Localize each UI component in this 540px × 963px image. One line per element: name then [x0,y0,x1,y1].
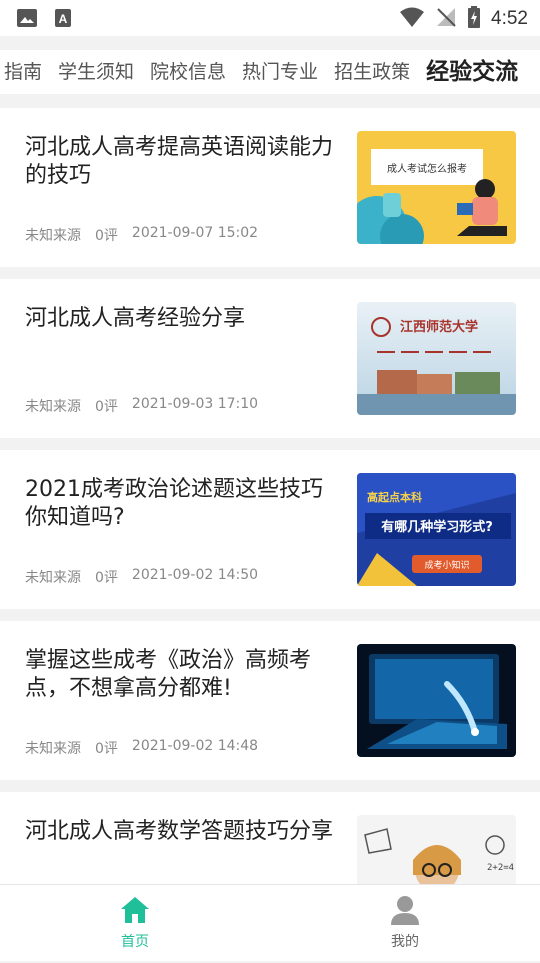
article-date: 2021-09-02 14:50 [131,567,259,583]
user-icon [389,896,421,929]
status-bar: A 4:52 [0,0,540,36]
article-comments: 0评 [95,399,118,415]
article-card[interactable]: 河北成人高考提高英语阅读能力的技巧 未知来源 0评 2021-09-07 15:… [0,108,540,267]
thumb-caption: 成考小知识 [424,559,469,571]
article-card[interactable]: 掌握这些成考《政治》高频考点，不想拿高分都难! 未知来源 0评 2021-09-… [0,621,540,780]
article-thumbnail: 江西师范大学 [357,302,516,415]
article-source: 未知来源 [25,741,81,757]
article-source: 未知来源 [25,399,81,415]
svg-text:A: A [59,12,68,26]
nav-mine-label: 我的 [391,934,419,950]
thumb-caption: 有哪几种学习形式? [381,519,493,535]
article-comments: 0评 [95,228,118,244]
tab-admission-policy[interactable]: 招生政策 [326,50,418,94]
article-title: 河北成人高考提高英语阅读能力的技巧 [25,135,334,188]
article-title: 掌握这些成考《政治》高频考点，不想拿高分都难! [25,648,312,701]
article-title: 河北成人高考经验分享 [25,306,246,331]
nav-home-label: 首页 [121,934,149,950]
article-card[interactable]: 河北成人高考经验分享 未知来源 0评 2021-09-03 17:10 江西师范… [0,279,540,438]
article-thumbnail: 成人考试怎么报考 [357,131,516,244]
category-tabs: 指南 学生须知 院校信息 热门专业 招生政策 经验交流 [0,50,540,94]
article-source: 未知来源 [25,228,81,244]
tab-guide[interactable]: 指南 [0,50,50,94]
article-title: 2021成考政治论述题这些技巧你知道吗? [25,477,323,530]
svg-text:2+2=4: 2+2=4 [487,863,514,873]
clock: 4:52 [491,8,528,29]
article-meta: 未知来源 0评 2021-09-07 15:02 [25,225,258,245]
nav-mine[interactable]: 我的 [365,895,445,951]
article-date: 2021-09-03 17:10 [131,396,259,412]
no-signal-icon [435,6,457,32]
article-meta: 未知来源 0评 2021-09-02 14:50 [25,567,258,587]
article-comments: 0评 [95,741,118,757]
bottom-navigation: 首页 我的 [0,884,540,961]
nav-home[interactable]: 首页 [95,895,175,951]
article-date: 2021-09-02 14:48 [131,738,259,754]
home-icon [119,897,151,929]
thumb-caption: 成人考试怎么报考 [387,162,467,175]
tab-school-info[interactable]: 院校信息 [142,50,234,94]
tab-student-notice[interactable]: 学生须知 [50,50,142,94]
image-notification-icon [16,8,38,32]
thumb-caption: 江西师范大学 [400,319,478,335]
article-comments: 0评 [95,570,118,586]
tab-experience[interactable]: 经验交流 [418,50,526,94]
font-notification-icon: A [54,8,72,32]
article-meta: 未知来源 0评 2021-09-03 17:10 [25,396,258,416]
article-thumbnail [357,644,516,757]
battery-charging-icon [467,6,481,32]
tab-hot-majors[interactable]: 热门专业 [234,50,326,94]
article-card[interactable]: 2021成考政治论述题这些技巧你知道吗? 未知来源 0评 2021-09-02 … [0,450,540,609]
article-meta: 未知来源 0评 2021-09-02 14:48 [25,738,258,758]
article-source: 未知来源 [25,570,81,586]
thumb-caption: 高起点本科 [367,490,422,504]
article-list: 河北成人高考提高英语阅读能力的技巧 未知来源 0评 2021-09-07 15:… [0,108,540,963]
wifi-icon [399,6,425,32]
article-title: 河北成人高考数学答题技巧分享 [25,819,334,844]
article-date: 2021-09-07 15:02 [131,225,259,241]
article-thumbnail: 高起点本科 有哪几种学习形式? 成考小知识 [357,473,516,586]
